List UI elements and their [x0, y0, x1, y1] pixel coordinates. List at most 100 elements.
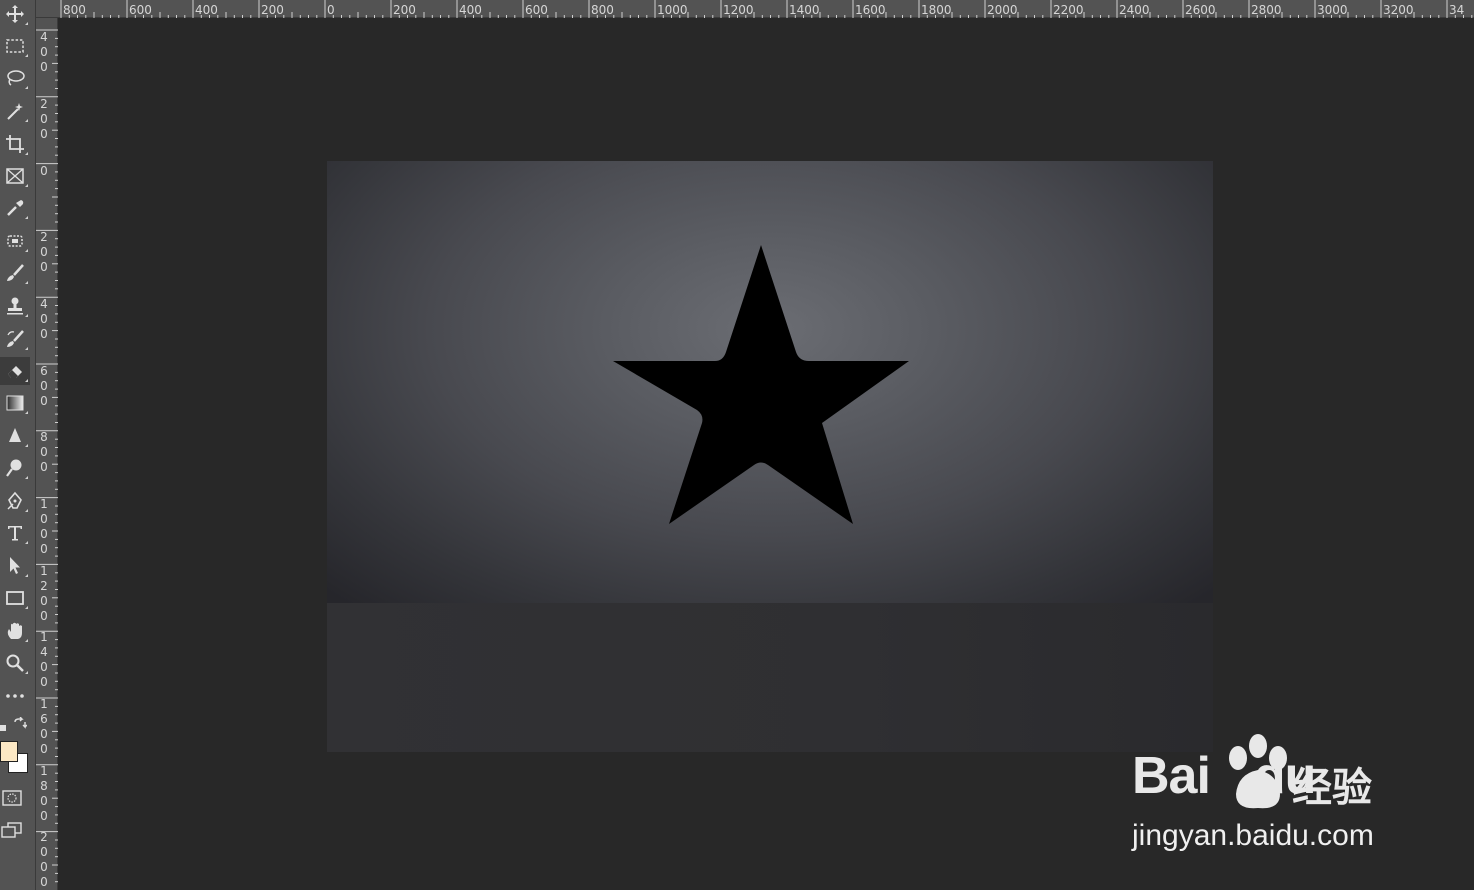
ruler-label: 1000 [40, 497, 48, 556]
blur-icon [9, 428, 21, 442]
dodge-tool[interactable] [0, 454, 30, 482]
ruler-label: 400 [40, 30, 48, 74]
tool-group-indicator [25, 411, 28, 414]
tool-group-indicator [25, 281, 28, 284]
marquee-tool[interactable] [0, 32, 30, 60]
watermark-url: jingyan.baidu.com [1132, 819, 1374, 852]
move-tool[interactable] [0, 0, 30, 28]
screen-mode-button[interactable] [0, 821, 24, 845]
ruler-label: 200 [40, 230, 48, 274]
ellipsis-icon [6, 694, 24, 698]
move-icon [6, 5, 24, 23]
tool-group-indicator [25, 86, 28, 89]
tool-group-indicator [25, 216, 28, 219]
path-selection-icon [10, 557, 20, 574]
tool-group-indicator [25, 444, 28, 447]
tool-group-indicator [25, 54, 28, 57]
brand-prefix: Bai [1132, 747, 1211, 805]
crop-tool[interactable] [0, 130, 30, 158]
stamp-icon [7, 297, 23, 315]
star-shape[interactable] [613, 243, 909, 525]
tool-group-indicator [25, 347, 28, 350]
rectangular-marquee-icon [6, 39, 24, 53]
blur-tool[interactable] [0, 422, 30, 450]
ruler-label: 1800 [921, 3, 952, 17]
rectangle-tool[interactable] [0, 584, 30, 612]
magic-wand-tool[interactable] [0, 97, 30, 125]
patch-icon [7, 235, 23, 247]
ruler-label: 2200 [1053, 3, 1084, 17]
eyedropper-tool[interactable] [0, 194, 30, 222]
default-colors-icon[interactable] [0, 718, 10, 737]
tool-group-indicator [25, 152, 28, 155]
gradient-icon [6, 395, 24, 411]
type-tool[interactable] [0, 519, 30, 547]
path-selection-tool[interactable] [0, 552, 30, 580]
gradient-tool[interactable] [0, 389, 30, 417]
brush-tool[interactable] [0, 259, 30, 287]
quick-mask-icon [2, 790, 22, 806]
tool-group-indicator [25, 249, 28, 252]
ruler-label: 2400 [1119, 3, 1150, 17]
pen-icon [7, 491, 22, 510]
patch-tool[interactable] [0, 227, 30, 255]
ruler-label: 1400 [789, 3, 820, 17]
ruler-label: 2000 [987, 3, 1018, 17]
brush-icon [7, 264, 24, 281]
tool-group-indicator [25, 639, 28, 642]
magic-wand-icon [7, 103, 23, 120]
ruler-label: 600 [525, 3, 548, 17]
ruler-label: 3200 [1383, 3, 1414, 17]
zoom-icon [6, 654, 24, 672]
ruler-label: 600 [129, 3, 152, 17]
ruler-label: 0 [40, 164, 48, 178]
ruler-label: 2000 [40, 830, 48, 889]
ruler-label: 34 [1449, 3, 1465, 17]
paw-logo-icon [1229, 734, 1287, 809]
tool-group-indicator [25, 314, 28, 317]
foreground-color-swatch[interactable] [0, 741, 18, 762]
eyedropper-icon [7, 200, 24, 216]
tool-group-indicator [25, 379, 28, 382]
quick-mask-button[interactable] [2, 789, 22, 811]
eraser-tool[interactable] [0, 357, 30, 385]
ruler-label: 800 [40, 430, 48, 474]
ruler-label: 200 [261, 3, 284, 17]
pen-tool[interactable] [0, 487, 30, 515]
eraser-icon [8, 366, 22, 378]
stamp-tool[interactable] [0, 292, 30, 320]
tool-group-indicator [25, 119, 28, 122]
erased-region [327, 603, 1213, 752]
tool-group-indicator [25, 22, 28, 25]
hand-tool[interactable] [0, 617, 30, 645]
history-brush-icon [7, 330, 24, 347]
ruler-label: 1600 [40, 697, 48, 756]
tool-group-indicator [25, 541, 28, 544]
frame-icon [6, 168, 24, 184]
ruler-label: 200 [40, 97, 48, 141]
tools-panel [0, 0, 36, 890]
tool-group-indicator [25, 476, 28, 479]
screen-mode-icon [1, 822, 22, 838]
ruler-label: 400 [40, 297, 48, 341]
swap-colors-icon[interactable] [13, 716, 28, 735]
ruler-label: 600 [40, 364, 48, 408]
more-tools[interactable] [0, 682, 30, 710]
hand-icon [7, 622, 22, 639]
ruler-label: 2800 [1251, 3, 1282, 17]
ruler-label: 1000 [657, 3, 688, 17]
horizontal-ruler[interactable]: 800 600 400 200 0 200 400 600 800 1000 1200 1400 160… [36, 0, 1474, 18]
zoom-tool[interactable] [0, 649, 30, 677]
vertical-ruler[interactable]: 4002000200400600800100012001400160018002… [36, 18, 58, 890]
history-brush-tool[interactable] [0, 325, 30, 353]
ruler-label: 1800 [40, 764, 48, 823]
document-canvas[interactable] [327, 161, 1213, 752]
ruler-label: 3000 [1317, 3, 1348, 17]
lasso-tool[interactable] [0, 64, 30, 92]
ruler-label: 400 [195, 3, 218, 17]
ruler-label: 1600 [855, 3, 886, 17]
brand-cn: 经验 [1292, 765, 1372, 811]
ruler-label: 800 [63, 3, 86, 17]
frame-tool[interactable] [0, 162, 30, 190]
type-icon [8, 526, 22, 541]
